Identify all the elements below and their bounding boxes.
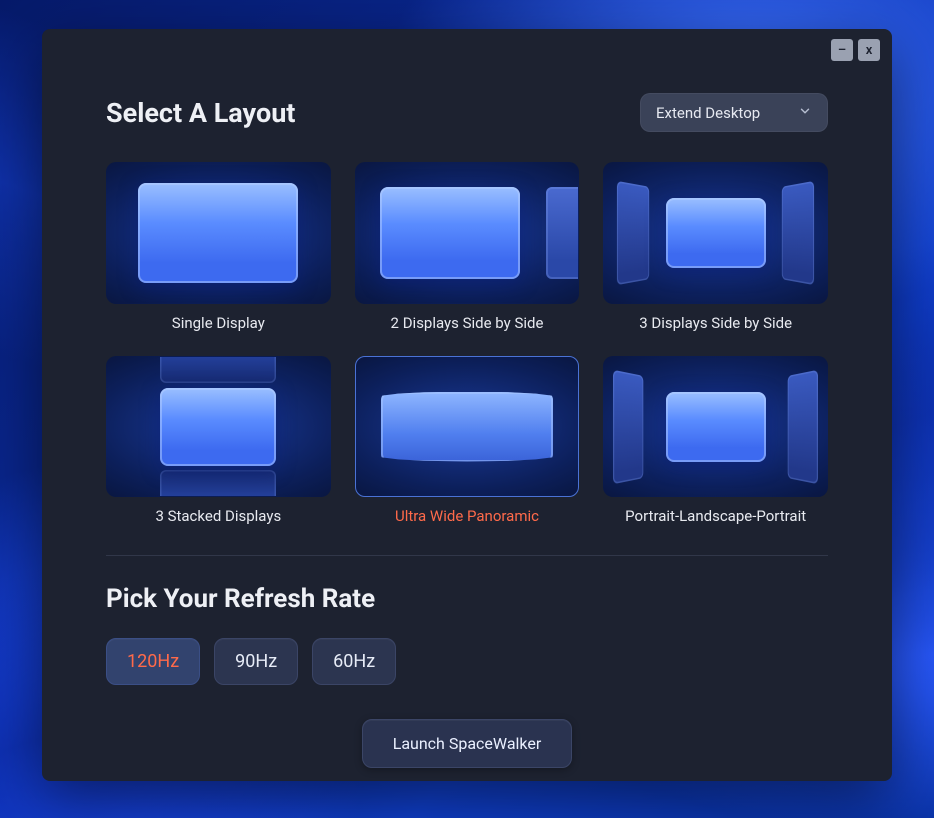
layout-label: 3 Stacked Displays	[106, 507, 331, 525]
layout-option-3-stacked[interactable]: 3 Stacked Displays	[106, 356, 331, 526]
monitor-icon	[782, 181, 814, 285]
layout-label: 3 Displays Side by Side	[603, 314, 828, 332]
display-mode-dropdown[interactable]: Extend Desktop	[640, 93, 828, 132]
refresh-rate-120[interactable]: 120Hz	[106, 638, 200, 685]
monitor-icon	[788, 369, 818, 483]
launch-button[interactable]: Launch SpaceWalker	[362, 719, 573, 768]
layout-option-2-side-by-side[interactable]: 2 Displays Side by Side	[355, 162, 580, 332]
layout-thumbnail	[106, 162, 331, 304]
layout-thumbnail	[603, 162, 828, 304]
monitor-icon	[381, 392, 553, 462]
layout-thumbnail	[106, 356, 331, 498]
layout-option-single-display[interactable]: Single Display	[106, 162, 331, 332]
minimize-icon: –	[838, 43, 846, 58]
section-divider	[106, 555, 828, 556]
refresh-rate-60[interactable]: 60Hz	[312, 638, 396, 685]
monitor-icon	[546, 187, 579, 279]
layout-option-ultra-wide[interactable]: Ultra Wide Panoramic	[355, 356, 580, 526]
layout-label: 2 Displays Side by Side	[355, 314, 580, 332]
monitor-icon	[666, 392, 766, 462]
close-icon: x	[866, 43, 873, 58]
chevron-down-icon	[798, 103, 812, 122]
window-controls: – x	[831, 39, 880, 61]
monitor-icon	[160, 388, 276, 466]
monitor-icon	[138, 183, 298, 283]
refresh-rate-title: Pick Your Refresh Rate	[106, 584, 828, 614]
layout-thumbnail	[603, 356, 828, 498]
refresh-rate-90[interactable]: 90Hz	[214, 638, 298, 685]
layout-thumbnail	[355, 162, 580, 304]
layout-option-portrait-landscape-portrait[interactable]: Portrait-Landscape-Portrait	[603, 356, 828, 526]
monitor-icon	[666, 198, 766, 268]
monitor-icon	[160, 470, 276, 497]
layout-picker-window: – x Select A Layout Extend Desktop Singl…	[42, 29, 892, 781]
monitor-icon	[160, 356, 276, 383]
minimize-button[interactable]: –	[831, 39, 853, 61]
layout-thumbnail	[355, 356, 580, 498]
layout-label: Portrait-Landscape-Portrait	[603, 507, 828, 525]
display-mode-selected-label: Extend Desktop	[656, 104, 760, 122]
monitor-icon	[617, 181, 649, 285]
layout-label: Ultra Wide Panoramic	[355, 507, 580, 525]
close-button[interactable]: x	[858, 39, 880, 61]
layout-grid: Single Display 2 Displays Side by Side 3…	[106, 162, 828, 525]
page-title: Select A Layout	[106, 97, 295, 129]
refresh-rate-options: 120Hz 90Hz 60Hz	[106, 638, 828, 685]
monitor-icon	[380, 187, 520, 279]
monitor-icon	[613, 369, 643, 483]
layout-option-3-side-by-side[interactable]: 3 Displays Side by Side	[603, 162, 828, 332]
layout-label: Single Display	[106, 314, 331, 332]
